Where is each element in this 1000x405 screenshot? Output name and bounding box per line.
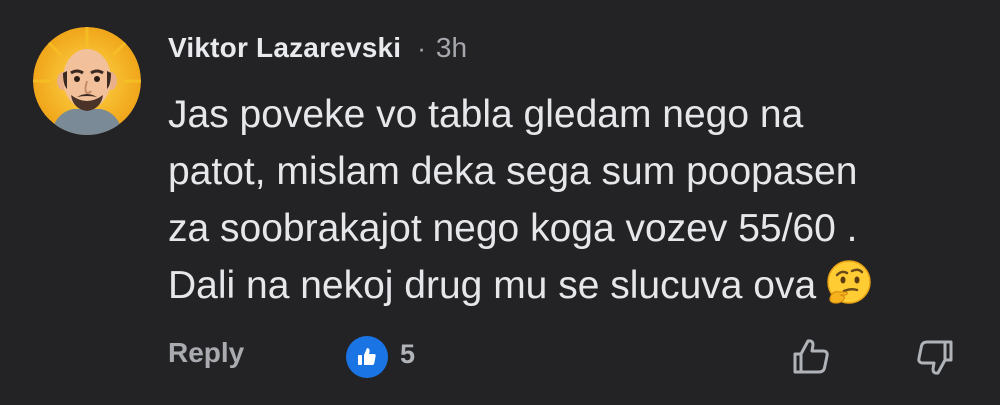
avatar[interactable]: [33, 27, 141, 135]
separator-dot: ·: [417, 32, 426, 63]
thinking-face-emoji-icon: [824, 258, 874, 308]
thumbs-down-outline-icon: [917, 340, 953, 375]
avatar-image: [33, 27, 141, 135]
comment-text: Jas poveke vo tabla gledam nego na patot…: [168, 86, 988, 314]
comment-text-line: Dali na nekoj drug mu se slucuva ova: [168, 264, 817, 307]
reply-button[interactable]: Reply: [168, 337, 244, 369]
thumbs-up-icon: [358, 348, 376, 365]
comment-header: Viktor Lazarevski · 3h: [168, 30, 467, 66]
comment-text-line: Jas poveke vo tabla gledam nego na: [168, 93, 804, 136]
downvote-button[interactable]: [910, 332, 960, 382]
comment-text-line: za soobrakajot nego koga vozev 55/60 .: [168, 207, 858, 250]
comment: Viktor Lazarevski · 3h Jas poveke vo tab…: [0, 0, 1000, 405]
like-reaction-badge[interactable]: [346, 336, 388, 378]
timestamp[interactable]: 3h: [436, 32, 467, 64]
thumbs-up-outline-icon: [793, 339, 829, 374]
upvote-button[interactable]: [786, 332, 836, 382]
comment-actions: Reply 5: [0, 326, 1000, 386]
comment-text-line-last: Dali na nekoj drug mu se slucuva ova: [168, 257, 988, 314]
like-count[interactable]: 5: [400, 339, 415, 370]
comment-text-line: patot, mislam deka sega sum poopasen: [168, 150, 858, 193]
author-name[interactable]: Viktor Lazarevski: [168, 32, 401, 64]
